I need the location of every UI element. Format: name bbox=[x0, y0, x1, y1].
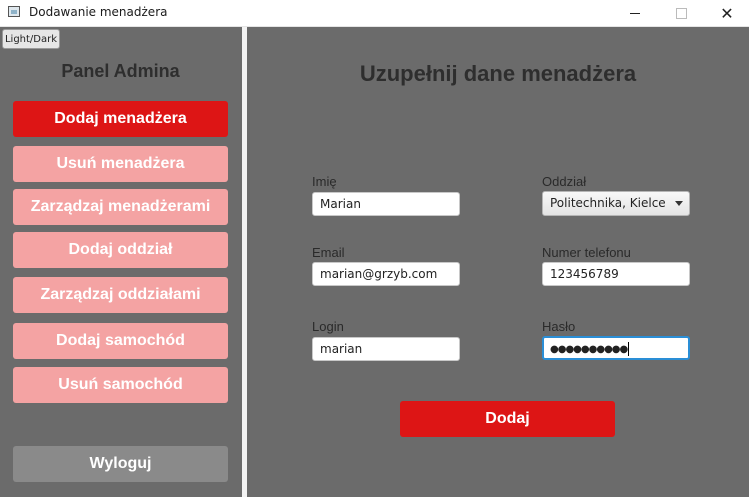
sidebar-item-add-manager[interactable]: Dodaj menadżera bbox=[13, 101, 228, 137]
sidebar-item-remove-manager[interactable]: Usuń menadżera bbox=[13, 146, 228, 182]
sidebar-item-add-car[interactable]: Dodaj samochód bbox=[13, 323, 228, 359]
login-label: Login bbox=[312, 319, 344, 334]
first-name-label: Imię bbox=[312, 174, 337, 189]
minimize-button[interactable] bbox=[612, 0, 658, 26]
text-cursor bbox=[628, 341, 630, 356]
password-value: ●●●●●●●●●● bbox=[550, 344, 628, 355]
chevron-down-icon bbox=[675, 201, 683, 206]
close-icon: ✕ bbox=[720, 3, 734, 23]
minimize-icon bbox=[630, 12, 640, 14]
submit-button[interactable]: Dodaj bbox=[400, 401, 615, 437]
logout-button[interactable]: Wyloguj bbox=[13, 446, 228, 482]
password-field[interactable]: ●●●●●●●●●● bbox=[542, 336, 690, 360]
title-bar: Dodawanie menadżera ✕ bbox=[0, 0, 749, 27]
password-label: Hasło bbox=[542, 319, 576, 334]
maximize-button[interactable] bbox=[658, 0, 704, 26]
first-name-field[interactable]: Marian bbox=[312, 192, 460, 216]
close-button[interactable]: ✕ bbox=[704, 0, 749, 26]
phone-field[interactable]: 123456789 bbox=[542, 262, 690, 286]
branch-select-value: Politechnika, Kielce bbox=[550, 196, 666, 210]
sidebar-item-add-branch[interactable]: Dodaj oddział bbox=[13, 232, 228, 268]
sidebar-item-manage-managers[interactable]: Zarządzaj menadżerami bbox=[13, 189, 228, 225]
email-field[interactable]: marian@grzyb.com bbox=[312, 262, 460, 286]
branch-select[interactable]: Politechnika, Kielce bbox=[542, 191, 690, 216]
sidebar-title: Panel Admina bbox=[61, 61, 180, 81]
login-field[interactable]: marian bbox=[312, 337, 460, 361]
window-title: Dodawanie menadżera bbox=[29, 5, 168, 19]
maximize-icon bbox=[675, 7, 687, 19]
window-app-icon bbox=[8, 6, 20, 17]
email-label: Email bbox=[312, 245, 345, 260]
theme-toggle-button[interactable]: Light/Dark bbox=[2, 29, 60, 49]
page-title: Uzupełnij dane menadżera bbox=[359, 61, 637, 86]
sidebar-item-remove-car[interactable]: Usuń samochód bbox=[13, 367, 228, 403]
sidebar-item-manage-branches[interactable]: Zarządzaj oddziałami bbox=[13, 277, 228, 313]
sidebar-divider bbox=[242, 27, 247, 497]
phone-label: Numer telefonu bbox=[542, 245, 631, 260]
branch-label: Oddział bbox=[542, 174, 587, 189]
